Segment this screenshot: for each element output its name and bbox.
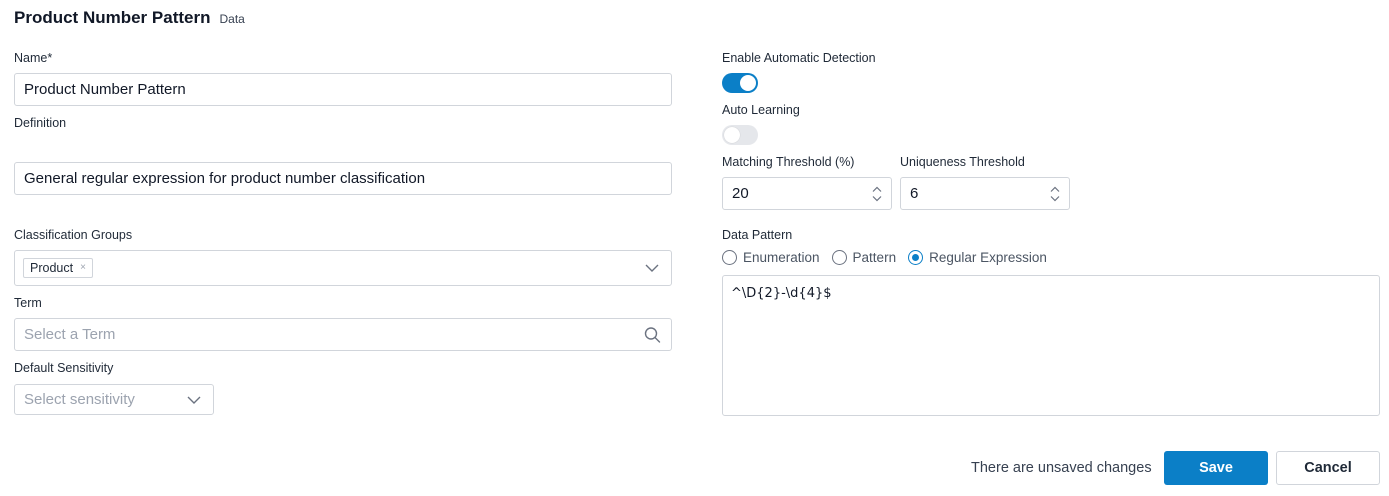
toggle-knob <box>724 127 740 143</box>
auto-detection-label: Enable Automatic Detection <box>722 51 876 65</box>
page-subtitle: Data <box>219 12 245 26</box>
radio-pattern[interactable]: Pattern <box>831 250 897 265</box>
definition-field[interactable]: General regular expression for product n… <box>14 162 672 195</box>
radio-button[interactable] <box>831 250 847 265</box>
classification-groups-label: Classification Groups <box>14 228 133 242</box>
term-placeholder: Select a Term <box>24 326 116 343</box>
save-button[interactable]: Save <box>1164 451 1268 485</box>
definition-label: Definition <box>14 116 67 130</box>
matching-threshold-value: 20 <box>732 185 749 202</box>
page-title: Product Number Pattern <box>14 8 211 27</box>
term-search-input[interactable]: Select a Term <box>14 318 672 351</box>
data-pattern-radio-group: Enumeration Pattern Regular Expression <box>722 250 1047 265</box>
name-field[interactable]: Product Number Pattern <box>14 73 672 106</box>
tag-remove-icon[interactable]: × <box>80 263 86 273</box>
page-header: Product Number Pattern Data <box>14 8 245 28</box>
uniqueness-threshold-value: 6 <box>910 185 919 202</box>
pattern-expression-value: ^\D{2}-\d{4}$ <box>731 286 832 301</box>
classification-editor: Product Number Pattern Data Name* Produc… <box>0 0 1389 496</box>
group-tag-product: Product × <box>23 258 93 278</box>
name-label: Name* <box>14 51 53 65</box>
data-pattern-label: Data Pattern <box>722 228 793 242</box>
classification-groups-select[interactable]: Product × <box>14 250 672 286</box>
toggle-knob <box>740 75 756 91</box>
sensitivity-select[interactable]: Select sensitivity <box>14 384 214 415</box>
chevron-up-down-icon[interactable] <box>872 186 882 201</box>
unsaved-changes-status: There are unsaved changes <box>971 460 1152 476</box>
term-label: Term <box>14 296 42 310</box>
default-sensitivity-label: Default Sensitivity <box>14 361 114 375</box>
radio-button[interactable] <box>722 250 737 265</box>
auto-learning-toggle[interactable] <box>722 125 758 145</box>
search-icon[interactable] <box>644 326 661 343</box>
pattern-expression-textarea[interactable]: ^\D{2}-\d{4}$ <box>722 275 1380 416</box>
radio-enumeration[interactable]: Enumeration <box>722 250 820 265</box>
chevron-down-icon[interactable] <box>187 396 201 404</box>
radio-label: Enumeration <box>743 250 820 265</box>
auto-learning-label: Auto Learning <box>722 103 800 117</box>
sensitivity-placeholder: Select sensitivity <box>24 391 135 408</box>
uniqueness-threshold-label: Uniqueness Threshold <box>900 155 1025 169</box>
auto-detection-toggle[interactable] <box>722 73 758 93</box>
chevron-down-icon[interactable] <box>645 264 659 272</box>
matching-threshold-stepper[interactable]: 20 <box>722 177 892 210</box>
matching-threshold-label: Matching Threshold (%) <box>722 155 855 169</box>
radio-button-selected[interactable] <box>908 250 924 265</box>
radio-label: Regular Expression <box>929 250 1047 265</box>
definition-value: General regular expression for product n… <box>24 170 426 187</box>
chevron-up-down-icon[interactable] <box>1050 186 1060 201</box>
name-value: Product Number Pattern <box>24 81 186 98</box>
uniqueness-threshold-stepper[interactable]: 6 <box>900 177 1070 210</box>
cancel-button[interactable]: Cancel <box>1276 451 1380 485</box>
group-tag-label: Product <box>30 261 74 275</box>
radio-label: Pattern <box>852 250 897 265</box>
radio-regular-expression[interactable]: Regular Expression <box>908 250 1047 265</box>
